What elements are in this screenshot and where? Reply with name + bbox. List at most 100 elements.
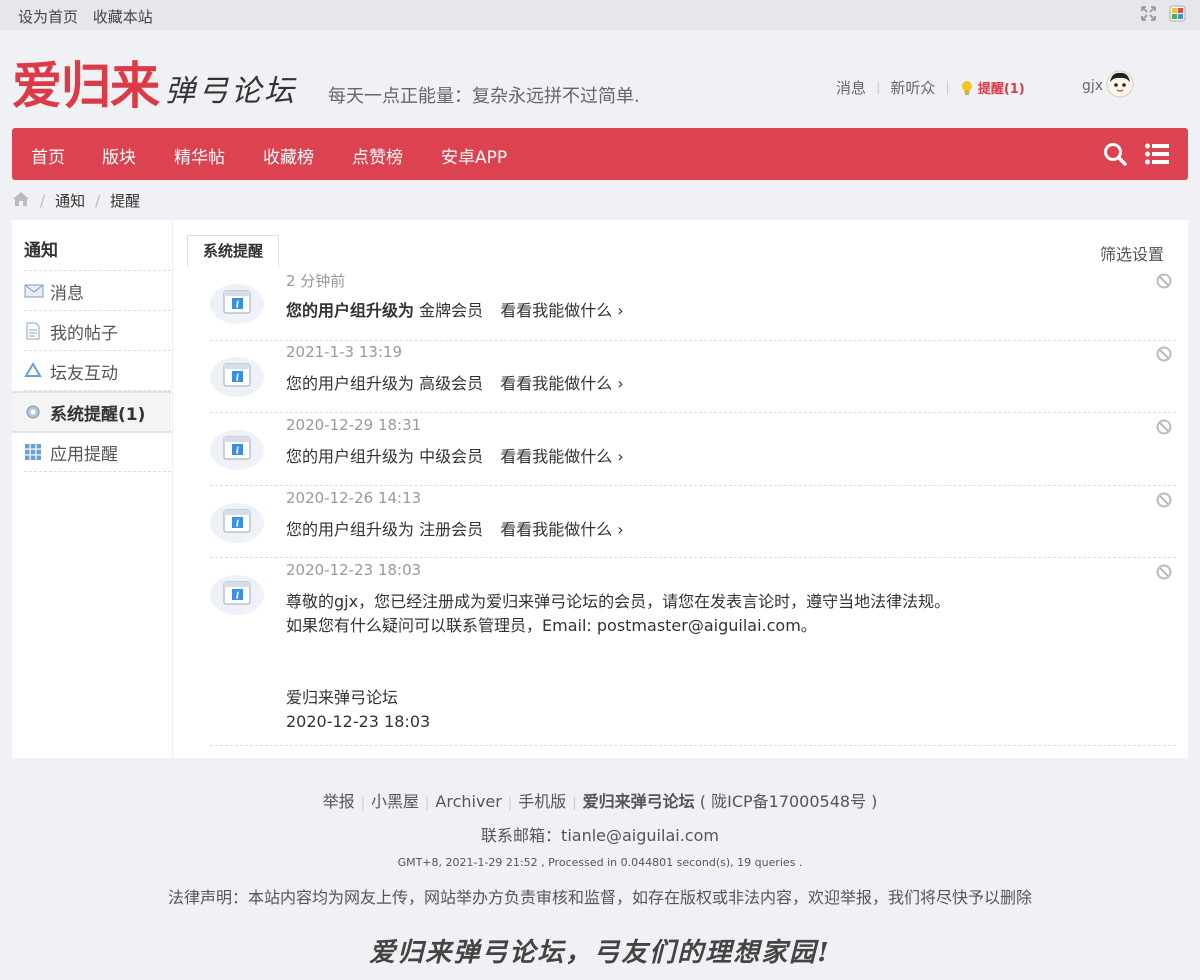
breadcrumb-separator: / bbox=[95, 191, 101, 210]
notice-item: i 2020-12-29 18:31 您的用户组升级为 中级会员 看看我能做什么… bbox=[210, 416, 1176, 486]
avatar[interactable] bbox=[1106, 70, 1134, 98]
ignore-icon[interactable] bbox=[1156, 492, 1172, 508]
filter-settings-link[interactable]: 筛选设置 bbox=[1100, 241, 1164, 265]
logo-main-text: 爱归来 bbox=[12, 57, 160, 115]
document-icon bbox=[24, 322, 42, 340]
nav-likes-rank[interactable]: 点赞榜 bbox=[352, 143, 403, 168]
welcome-signature: 爱归来弹弓论坛 bbox=[286, 688, 399, 707]
user-links: 消息 | 新听众 | 提醒(1) bbox=[836, 77, 1025, 98]
site-logo[interactable]: 爱归来 弹弓论坛 bbox=[12, 52, 297, 114]
messages-link[interactable]: 消息 bbox=[836, 77, 866, 98]
top-bar: 设为首页 收藏本站 bbox=[0, 0, 1200, 30]
nav-favorites-rank[interactable]: 收藏榜 bbox=[263, 143, 314, 168]
site-slogan: 每天一点正能量：复杂永远拼不过简单. bbox=[328, 86, 640, 107]
envelope-icon bbox=[24, 282, 44, 300]
sidebar-item-label: 应用提醒 bbox=[50, 444, 118, 465]
sidebar-item-system-remind[interactable]: 系统提醒(1) bbox=[12, 391, 171, 433]
set-home-link[interactable]: 设为首页 bbox=[18, 8, 78, 26]
tab-system-remind[interactable]: 系统提醒 bbox=[187, 235, 279, 267]
notice-time: 2020-12-23 18:03 bbox=[286, 561, 422, 579]
welcome-signature-date: 2020-12-23 18:03 bbox=[286, 712, 431, 731]
notice-text: 尊敬的gjx，您已经注册成为爱归来弹弓论坛的会员，请您在发表言论时，遵守当地法律… bbox=[286, 590, 950, 734]
welcome-line-2: 如果您有什么疑问可以联系管理员，Email: postmaster@aiguil… bbox=[286, 616, 817, 635]
sidebar: 通知 消息 我的帖子 坛友互动 系统提醒(1) 应用提醒 bbox=[12, 220, 173, 758]
notice-text: 您的用户组升级为 高级会员 看看我能做什么 › bbox=[286, 372, 624, 396]
divider bbox=[24, 270, 171, 271]
sidebar-item-label: 系统提醒(1) bbox=[50, 404, 146, 425]
logo-sub-text: 弹弓论坛 bbox=[165, 74, 297, 109]
separator: | bbox=[876, 80, 881, 95]
notice-item: i 2 分钟前 您的用户组升级为 金牌会员 看看我能做什么 › bbox=[210, 270, 1176, 341]
notice-group: 中级会员 bbox=[419, 447, 484, 466]
home-icon[interactable] bbox=[12, 191, 30, 211]
sidebar-title: 通知 bbox=[24, 241, 58, 261]
username[interactable]: gjx bbox=[1082, 78, 1103, 94]
separator: | bbox=[425, 796, 430, 811]
notice-group: 高级会员 bbox=[419, 374, 484, 393]
sidebar-item-app-remind[interactable]: 应用提醒 bbox=[24, 433, 171, 472]
nav-boards[interactable]: 版块 bbox=[102, 143, 136, 168]
notice-prefix: 您的用户组升级为 bbox=[286, 374, 415, 393]
footer-mobile-link[interactable]: 手机版 bbox=[518, 792, 566, 811]
notice-item: i 2020-12-26 14:13 您的用户组升级为 注册会员 看看我能做什么… bbox=[210, 489, 1176, 558]
see-what-i-can-do-link[interactable]: 看看我能做什么 › bbox=[500, 374, 624, 393]
remind-link[interactable]: 提醒(1) bbox=[978, 78, 1025, 97]
notice-group: 金牌会员 bbox=[419, 301, 484, 320]
breadcrumb-notice[interactable]: 通知 bbox=[55, 190, 85, 211]
separator: | bbox=[945, 80, 950, 95]
notice-text: 您的用户组升级为 金牌会员 看看我能做什么 › bbox=[286, 299, 624, 323]
sidebar-item-label: 坛友互动 bbox=[50, 363, 118, 384]
ignore-icon[interactable] bbox=[1156, 346, 1172, 362]
separator: | bbox=[360, 796, 365, 811]
footer-legal: 法律声明：本站内容均为网友上传，网站举办方负责审核和监督，如存在版权或非法内容，… bbox=[167, 888, 1032, 907]
notice-text: 您的用户组升级为 中级会员 看看我能做什么 › bbox=[286, 445, 624, 469]
info-window-icon: i bbox=[210, 284, 264, 324]
svg-text:i: i bbox=[236, 520, 240, 530]
info-window-icon: i bbox=[210, 575, 264, 615]
sidebar-item-label: 我的帖子 bbox=[50, 323, 118, 344]
footer-icp[interactable]: ( 陇ICP备17000548号 ) bbox=[700, 792, 878, 811]
notice-time: 2021-1-3 13:19 bbox=[286, 343, 403, 361]
list-icon[interactable] bbox=[1144, 141, 1170, 167]
info-window-icon: i bbox=[210, 357, 264, 397]
ignore-icon[interactable] bbox=[1156, 564, 1172, 580]
sidebar-item-label: 消息 bbox=[50, 283, 84, 304]
see-what-i-can-do-link[interactable]: 看看我能做什么 › bbox=[500, 301, 624, 320]
search-icon[interactable] bbox=[1102, 141, 1128, 167]
notice-time: 2 分钟前 bbox=[286, 272, 346, 290]
footer-motto: 爱归来弹弓论坛，弓友们的理想家园! bbox=[369, 938, 831, 968]
footer-site-name[interactable]: 爱归来弹弓论坛 bbox=[583, 792, 695, 811]
sidebar-item-my-posts[interactable]: 我的帖子 bbox=[24, 312, 171, 351]
bookmark-link[interactable]: 收藏本站 bbox=[93, 8, 153, 26]
notice-prefix: 您的用户组升级为 bbox=[286, 301, 415, 320]
nav-digest[interactable]: 精华帖 bbox=[174, 143, 225, 168]
footer-stats: GMT+8, 2021-1-29 21:52 , Processed in 0.… bbox=[397, 856, 803, 869]
theme-palette-icon[interactable] bbox=[1169, 5, 1186, 22]
sidebar-item-interaction[interactable]: 坛友互动 bbox=[24, 352, 171, 391]
fullscreen-icon[interactable] bbox=[1140, 5, 1157, 22]
footer-archiver-link[interactable]: Archiver bbox=[435, 792, 501, 811]
info-window-icon: i bbox=[210, 503, 264, 543]
ignore-icon[interactable] bbox=[1156, 273, 1172, 289]
footer-contact: 联系邮箱：tianle@aiguilai.com bbox=[481, 826, 719, 845]
svg-text:i: i bbox=[236, 447, 240, 457]
breadcrumb-separator: / bbox=[40, 191, 46, 210]
footer-blacklist-link[interactable]: 小黑屋 bbox=[371, 792, 419, 811]
gear-icon bbox=[24, 403, 42, 421]
see-what-i-can-do-link[interactable]: 看看我能做什么 › bbox=[500, 447, 624, 466]
nav-android-app[interactable]: 安卓APP bbox=[441, 143, 507, 168]
recycle-icon bbox=[24, 362, 42, 380]
footer-report-link[interactable]: 举报 bbox=[323, 792, 355, 811]
followers-link[interactable]: 新听众 bbox=[890, 77, 935, 98]
sidebar-item-messages[interactable]: 消息 bbox=[24, 272, 171, 311]
breadcrumb-remind[interactable]: 提醒 bbox=[110, 190, 140, 211]
ignore-icon[interactable] bbox=[1156, 419, 1172, 435]
separator: | bbox=[572, 796, 577, 811]
see-what-i-can-do-link[interactable]: 看看我能做什么 › bbox=[500, 520, 624, 539]
notice-text: 您的用户组升级为 注册会员 看看我能做什么 › bbox=[286, 518, 624, 542]
notice-time: 2020-12-26 14:13 bbox=[286, 489, 422, 507]
site-header: 爱归来 弹弓论坛 每天一点正能量：复杂永远拼不过简单. 消息 | 新听众 | 提… bbox=[0, 30, 1200, 128]
bulb-icon bbox=[960, 80, 974, 96]
nav-home[interactable]: 首页 bbox=[31, 143, 65, 168]
